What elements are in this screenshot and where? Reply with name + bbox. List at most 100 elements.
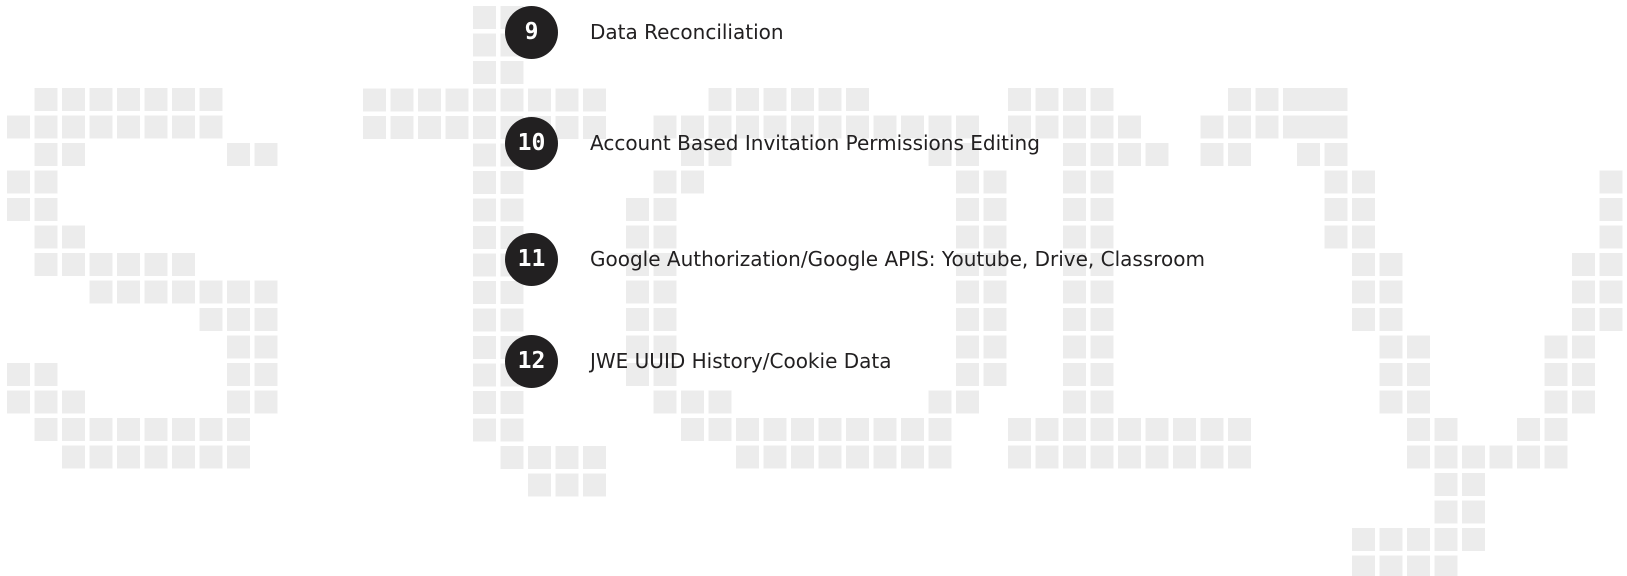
background-tile xyxy=(1200,115,1224,139)
background-tile xyxy=(791,418,814,441)
background-tile xyxy=(1145,418,1169,441)
background-tile xyxy=(7,198,30,221)
background-tile xyxy=(172,115,195,139)
background-tile xyxy=(555,446,579,469)
background-tile xyxy=(199,280,223,304)
background-tile xyxy=(199,308,223,331)
background-tile xyxy=(956,198,979,221)
background-tile xyxy=(473,143,496,167)
background-tile xyxy=(1063,143,1086,166)
background-tile xyxy=(1228,445,1251,469)
background-tile xyxy=(1599,170,1623,194)
background-tile xyxy=(708,88,732,111)
background-tile xyxy=(1200,445,1224,469)
background-tile xyxy=(227,445,250,469)
background-tile xyxy=(62,445,85,469)
background-tile xyxy=(1462,500,1485,524)
background-tile xyxy=(1008,445,1031,469)
background-tile xyxy=(473,171,496,194)
background-tile xyxy=(708,418,732,441)
background-tile xyxy=(763,88,787,111)
background-tile xyxy=(199,418,223,441)
background-tile xyxy=(254,363,278,386)
list-item: 9 Data Reconciliation xyxy=(505,5,784,59)
background-tile xyxy=(653,170,677,194)
background-tile xyxy=(473,253,496,277)
background-tile xyxy=(1063,335,1086,359)
background-tile xyxy=(708,390,732,414)
background-tile xyxy=(62,143,85,166)
background-tile xyxy=(500,418,524,442)
background-tile xyxy=(1434,500,1458,524)
background-tile xyxy=(1407,390,1430,414)
background-tile xyxy=(983,198,1007,221)
background-tile xyxy=(1572,308,1595,331)
background-tile xyxy=(254,335,278,359)
background-tile xyxy=(1297,143,1320,166)
background-tile xyxy=(1228,418,1251,441)
background-tile xyxy=(144,280,168,304)
background-tile xyxy=(1599,253,1623,276)
background-tile xyxy=(1090,418,1114,441)
background-tile xyxy=(1544,335,1568,359)
number-badge: 10 xyxy=(505,116,558,170)
background-tile xyxy=(1324,225,1348,249)
number-badge: 11 xyxy=(505,232,558,286)
background-tile xyxy=(681,418,704,441)
background-tile xyxy=(763,445,787,469)
background-tile xyxy=(1063,198,1086,221)
background-tile xyxy=(117,253,140,276)
background-tile xyxy=(1090,88,1114,111)
background-tile xyxy=(1297,88,1320,111)
background-tile xyxy=(1599,198,1623,221)
background-tile xyxy=(901,418,924,441)
background-tile xyxy=(89,88,113,111)
background-tile xyxy=(956,390,979,414)
background-tile xyxy=(928,418,952,441)
item-label: JWE UUID History/Cookie Data xyxy=(590,349,892,373)
background-tile xyxy=(983,363,1007,386)
background-tile xyxy=(1544,445,1568,469)
background-tile xyxy=(1407,445,1430,469)
background-tile xyxy=(473,226,496,249)
background-tile xyxy=(1407,555,1430,576)
background-tile xyxy=(62,390,85,414)
background-tile xyxy=(583,88,606,112)
background-tile xyxy=(227,143,250,166)
background-tile xyxy=(363,88,386,112)
background-tile xyxy=(1352,225,1375,249)
background-tile xyxy=(653,198,677,221)
background-tile xyxy=(1599,225,1623,249)
background-tile xyxy=(1173,445,1196,469)
background-tile xyxy=(390,116,414,139)
background-tile xyxy=(846,418,869,441)
background-tile xyxy=(34,198,58,221)
background-tile xyxy=(653,390,677,414)
background-tile xyxy=(62,115,85,139)
background-tile xyxy=(62,88,85,111)
background-tile xyxy=(144,445,168,469)
background-tile xyxy=(1090,335,1114,359)
background-tile xyxy=(445,116,469,139)
background-tile xyxy=(1352,198,1375,221)
background-tile xyxy=(528,88,551,112)
background-tile xyxy=(1063,170,1086,194)
background-tile xyxy=(7,363,30,386)
background-tile xyxy=(227,308,250,331)
background-tile xyxy=(500,198,524,222)
background-tile xyxy=(117,88,140,111)
background-tile xyxy=(1035,88,1059,111)
background-tile xyxy=(1572,390,1595,414)
background-tile xyxy=(1572,280,1595,304)
background-tile xyxy=(473,88,496,112)
background-tile xyxy=(89,418,113,441)
background-tile xyxy=(928,390,952,414)
background-tile xyxy=(144,418,168,441)
background-tile xyxy=(1008,88,1031,111)
background-tile xyxy=(473,33,496,57)
background-tile xyxy=(846,445,869,469)
background-tile xyxy=(555,88,579,112)
background-tile xyxy=(626,198,649,221)
background-tile xyxy=(254,280,278,304)
background-tile xyxy=(1324,115,1348,139)
